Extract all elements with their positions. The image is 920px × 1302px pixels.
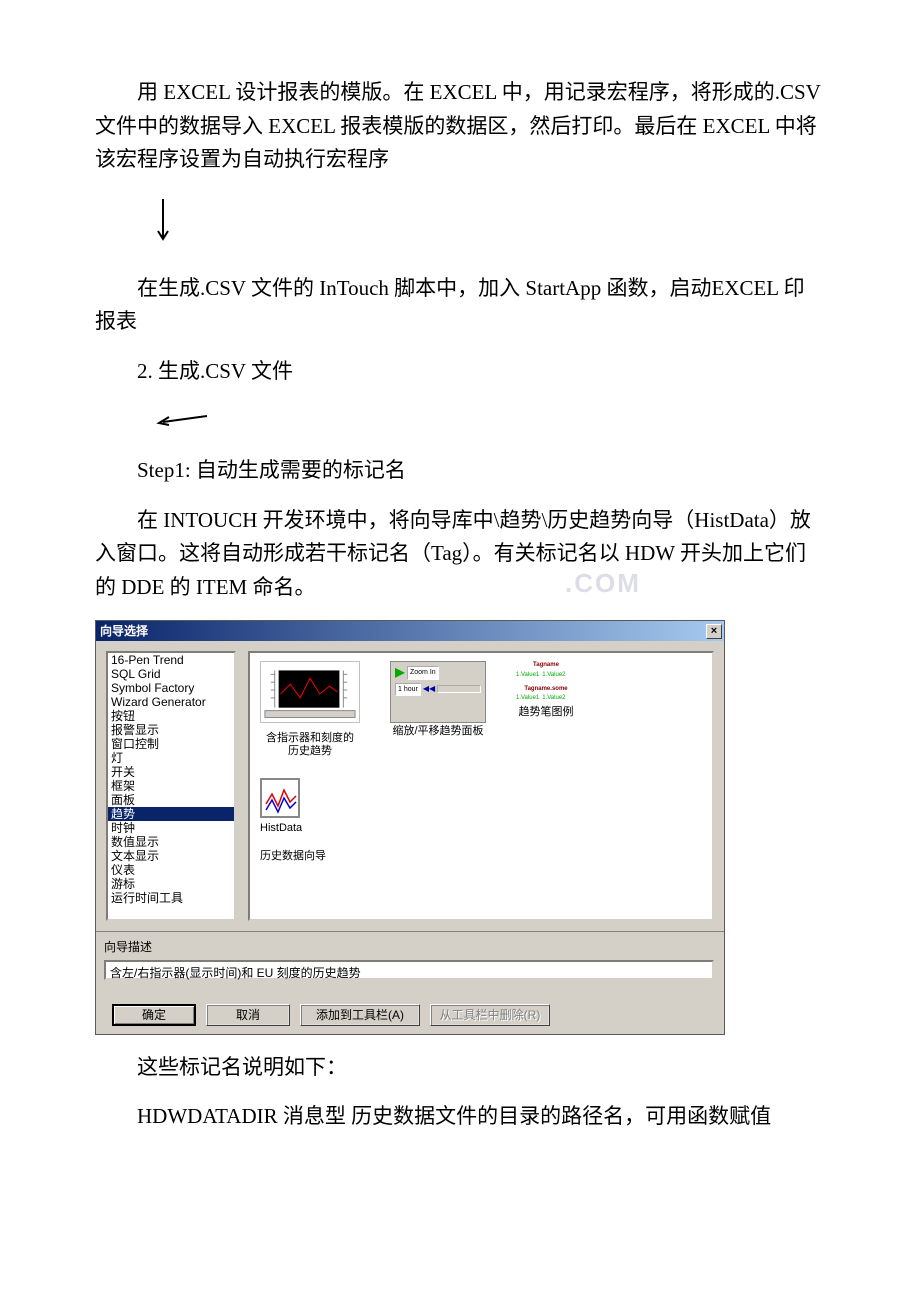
paragraph-6: 这些标记名说明如下： (95, 1051, 825, 1085)
list-item[interactable]: 开关 (108, 765, 234, 779)
add-toolbar-button[interactable]: 添加到工具栏(A) (300, 1004, 420, 1026)
wizard-item-label: 含指示器和刻度的 历史趋势 (260, 732, 360, 758)
paragraph-7: HDWDATADIR 消息型 历史数据文件的目录的路径名，可用函数赋值 (95, 1100, 825, 1134)
list-item[interactable]: 框架 (108, 779, 234, 793)
section-heading: 2. 生成.CSV 文件 (95, 355, 825, 389)
arrow-down-icon (155, 197, 825, 256)
list-item[interactable]: 灯 (108, 751, 234, 765)
paragraph-2: 在生成.CSV 文件的 InTouch 脚本中，加入 StartApp 函数，启… (95, 272, 825, 339)
hour-label: 1 hour (395, 683, 421, 696)
ok-button[interactable]: 确定 (112, 1004, 196, 1026)
dialog-titlebar: 向导选择 × (96, 621, 724, 641)
wizard-item-zoom-pan[interactable]: Zoom In 1 hour ◀◀ 缩放/平移趋势面板 (390, 661, 486, 758)
wizard-item-label: 缩放/平移趋势面板 (390, 725, 486, 738)
step-heading: Step1: 自动生成需要的标记名 (95, 454, 825, 488)
description-field: 含左/右指示器(显示时间)和 EU 刻度的历史趋势 (104, 960, 714, 980)
cancel-button[interactable]: 取消 (206, 1004, 290, 1026)
list-item-selected[interactable]: 趋势 (108, 807, 234, 821)
wizard-item-legend[interactable]: Tagname 1.Value11.Value2 Tagname.some 1.… (516, 661, 576, 758)
arrow-left-icon (155, 404, 205, 438)
list-item[interactable]: 16-Pen Trend (108, 653, 234, 667)
dialog-title: 向导选择 (100, 622, 148, 641)
wizard-item-trend[interactable]: 含指示器和刻度的 历史趋势 (260, 661, 360, 758)
list-item[interactable]: 按钮 (108, 709, 234, 723)
histdata-icon (260, 778, 300, 818)
rewind-icon: ◀◀ (423, 683, 435, 696)
paragraph-1: 用 EXCEL 设计报表的模版。在 EXCEL 中，用记录宏程序，将形成的.CS… (95, 76, 825, 177)
close-button[interactable]: × (706, 624, 722, 639)
list-item[interactable]: 仪表 (108, 863, 234, 877)
histdata-name: HistData (260, 820, 702, 838)
play-icon (395, 668, 405, 678)
histdata-label: 历史数据向导 (260, 850, 702, 863)
list-item[interactable]: 面板 (108, 793, 234, 807)
list-item[interactable]: Symbol Factory (108, 681, 234, 695)
remove-toolbar-button: 从工具栏中删除(R) (430, 1004, 550, 1026)
wizard-dialog: 向导选择 × 16-Pen Trend SQL Grid Symbol Fact… (95, 620, 725, 1034)
list-item[interactable]: 文本显示 (108, 849, 234, 863)
list-item[interactable]: 时钟 (108, 821, 234, 835)
wizard-item-histdata[interactable]: HistData 历史数据向导 (260, 778, 702, 863)
preview-panel: 含指示器和刻度的 历史趋势 Zoom In 1 hour ◀◀ (248, 651, 714, 921)
wizard-item-label: 趋势笔图例 (516, 706, 576, 719)
list-item[interactable]: 游标 (108, 877, 234, 891)
zoom-label: Zoom In (407, 666, 439, 679)
list-item[interactable]: SQL Grid (108, 667, 234, 681)
description-label: 向导描述 (104, 938, 714, 957)
list-item[interactable]: Wizard Generator (108, 695, 234, 709)
list-item[interactable]: 运行时间工具 (108, 891, 234, 905)
category-listbox[interactable]: 16-Pen Trend SQL Grid Symbol Factory Wiz… (106, 651, 236, 921)
list-item[interactable]: 数值显示 (108, 835, 234, 849)
paragraph-5: 在 INTOUCH 开发环境中，将向导库中\趋势\历史趋势向导（HistData… (95, 504, 825, 605)
list-item[interactable]: 窗口控制 (108, 737, 234, 751)
list-item[interactable]: 报警显示 (108, 723, 234, 737)
